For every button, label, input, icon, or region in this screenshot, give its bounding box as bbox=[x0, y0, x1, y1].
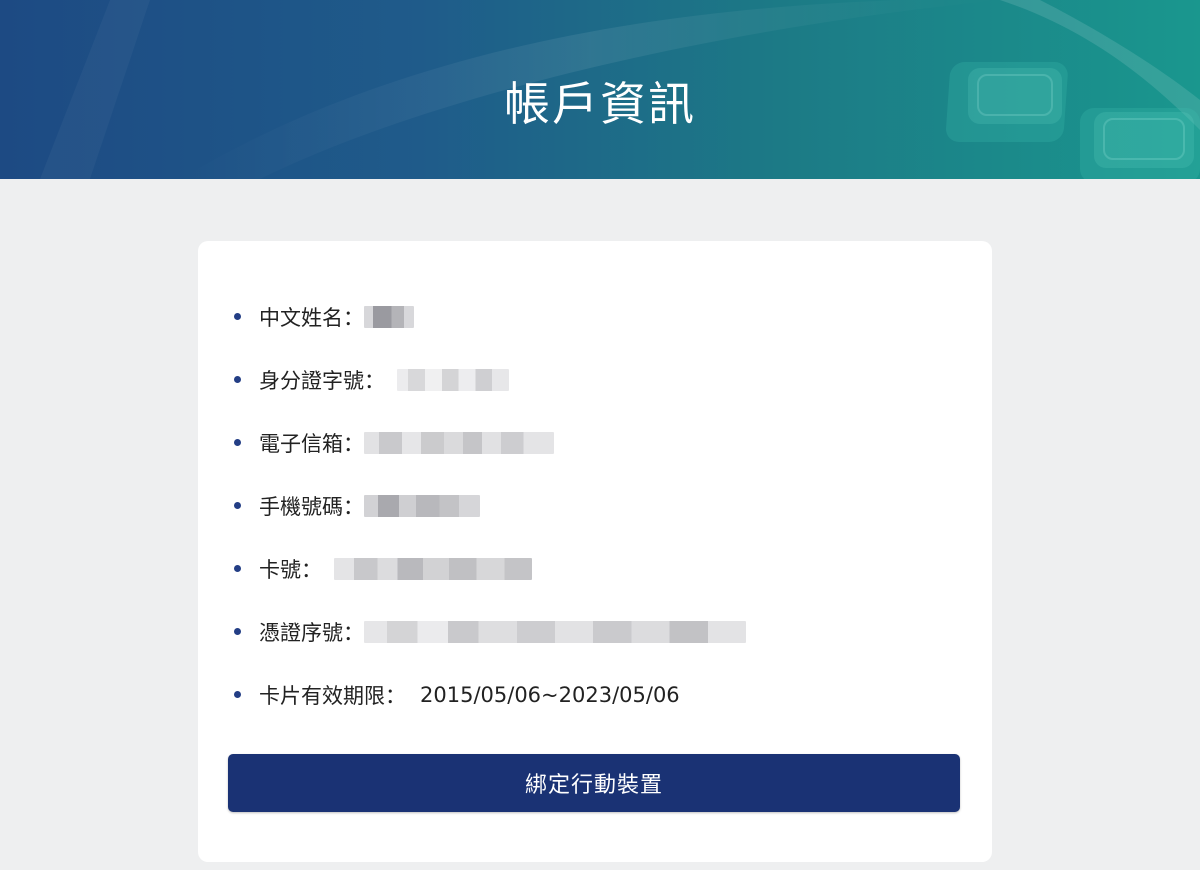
bind-mobile-device-button[interactable]: 綁定行動裝置 bbox=[228, 754, 960, 812]
field-mobile: 手機號碼： bbox=[230, 474, 970, 537]
redacted-value bbox=[397, 368, 509, 391]
field-label: 中文姓名： bbox=[259, 305, 364, 330]
bullet-icon bbox=[234, 439, 241, 446]
redacted-value bbox=[364, 620, 746, 643]
redacted-value bbox=[364, 431, 554, 454]
field-national-id: 身分證字號： bbox=[230, 348, 970, 411]
field-card-expiry: 卡片有效期限： 2015/05/06~2023/05/06 bbox=[230, 663, 970, 726]
bullet-icon bbox=[234, 628, 241, 635]
page-header-banner: 帳戶資訊 bbox=[0, 0, 1200, 179]
account-field-list: 中文姓名： 身分證字號： 電子信箱： 手機號碼： 卡號： 憑證序號： 卡片有效期… bbox=[230, 285, 970, 726]
field-label: 身分證字號： bbox=[259, 368, 385, 393]
field-chinese-name: 中文姓名： bbox=[230, 285, 970, 348]
field-card-number: 卡號： bbox=[230, 537, 970, 600]
redacted-value bbox=[334, 557, 532, 580]
field-label: 卡號： bbox=[259, 557, 322, 582]
field-email: 電子信箱： bbox=[230, 411, 970, 474]
bullet-icon bbox=[234, 691, 241, 698]
bullet-icon bbox=[234, 502, 241, 509]
page-title: 帳戶資訊 bbox=[504, 76, 696, 131]
field-value: 2015/05/06~2023/05/06 bbox=[420, 682, 680, 707]
bullet-icon bbox=[234, 313, 241, 320]
field-label: 電子信箱： bbox=[259, 431, 364, 456]
field-label: 卡片有效期限： bbox=[259, 683, 406, 708]
redacted-value bbox=[364, 494, 480, 517]
account-info-card: 中文姓名： 身分證字號： 電子信箱： 手機號碼： 卡號： 憑證序號： 卡片有效期… bbox=[198, 241, 992, 862]
bullet-icon bbox=[234, 376, 241, 383]
redacted-value bbox=[364, 305, 414, 328]
bullet-icon bbox=[234, 565, 241, 572]
field-certificate-serial: 憑證序號： bbox=[230, 600, 970, 663]
field-label: 手機號碼： bbox=[259, 494, 364, 519]
field-label: 憑證序號： bbox=[259, 620, 364, 645]
